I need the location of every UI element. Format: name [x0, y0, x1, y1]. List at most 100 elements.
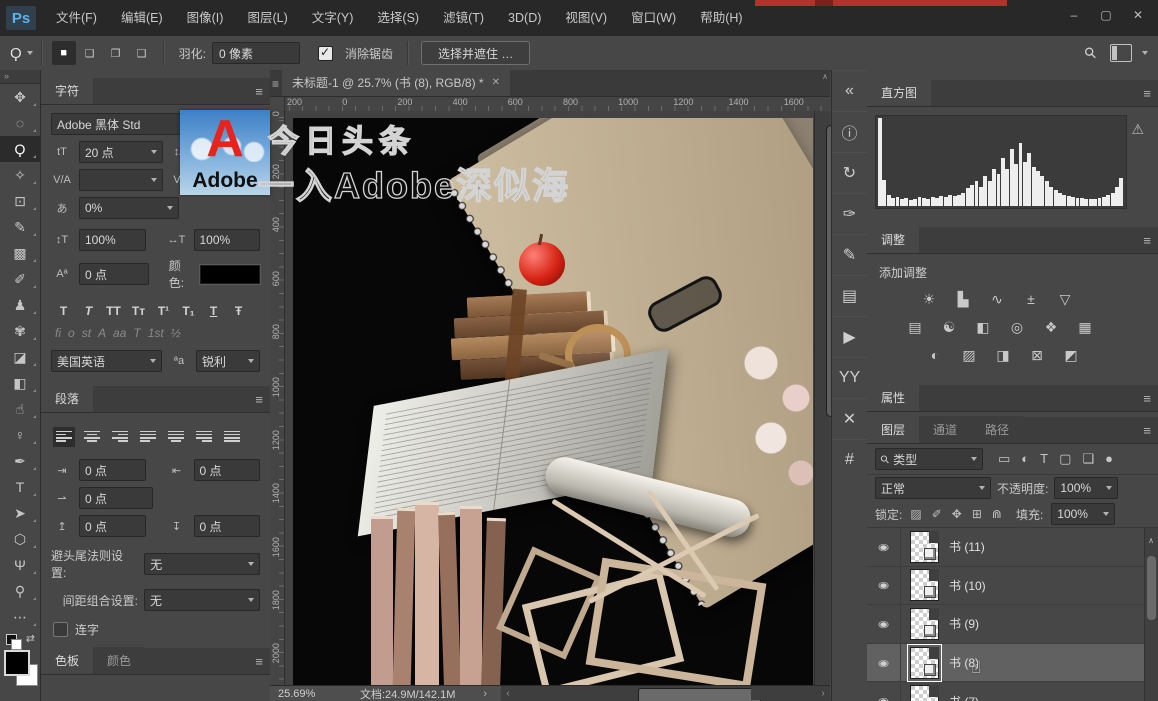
- kerning-select[interactable]: [79, 169, 163, 191]
- align-center-button[interactable]: [81, 427, 103, 447]
- layer-visibility-toggle[interactable]: ◉: [867, 605, 901, 643]
- black-white-icon[interactable]: ◧: [973, 319, 993, 335]
- layer-name[interactable]: 书 (11): [949, 538, 985, 555]
- lock-position-icon[interactable]: ✥: [952, 507, 962, 521]
- default-colors-icon[interactable]: [6, 634, 17, 645]
- blend-mode-select[interactable]: 正常: [875, 477, 991, 499]
- channel-mixer-icon[interactable]: ❖: [1041, 319, 1061, 335]
- curves-icon[interactable]: ∿: [987, 291, 1007, 307]
- pen-tool[interactable]: ✒: [0, 448, 40, 474]
- menu-item[interactable]: 文件(F): [44, 1, 109, 36]
- layer-thumbnail[interactable]: [910, 608, 939, 640]
- zoom-level[interactable]: 25.69%: [278, 688, 330, 700]
- align-right-button[interactable]: [109, 427, 131, 447]
- measurement-panel-icon[interactable]: ✕: [832, 398, 867, 439]
- space-after-input[interactable]: 0 点: [194, 515, 261, 537]
- brushes-panel-icon[interactable]: ✑: [832, 193, 867, 234]
- zoom-tool[interactable]: ⚲: [0, 578, 40, 604]
- font-size-select[interactable]: 20 点: [79, 141, 163, 163]
- layer-row[interactable]: ◉ 书 (10) ☝: [867, 567, 1158, 606]
- layers-scrollbar-thumb[interactable]: [1147, 556, 1156, 620]
- filter-pixel-layers-icon[interactable]: ▭: [998, 451, 1010, 467]
- shape-tool[interactable]: ⬡: [0, 526, 40, 552]
- close-button[interactable]: ✕: [1124, 4, 1152, 26]
- menu-item[interactable]: 编辑(E): [109, 1, 175, 36]
- layer-row[interactable]: ◉ 书 (9) ☝: [867, 605, 1158, 644]
- layer-visibility-toggle[interactable]: ◉: [867, 528, 901, 566]
- panel-menu-icon[interactable]: ≡: [255, 654, 262, 669]
- fractions-button[interactable]: ½: [171, 326, 181, 340]
- eyedropper-tool[interactable]: ✎: [0, 214, 40, 240]
- dock-menu-icon[interactable]: ≡: [272, 77, 278, 91]
- contextual-alternates-button[interactable]: o: [68, 326, 75, 340]
- lock-transparent-pixels-icon[interactable]: ▨: [910, 507, 921, 521]
- selective-color-icon[interactable]: ⊠: [1027, 347, 1047, 363]
- filter-shape-layers-icon[interactable]: ▢: [1059, 451, 1071, 467]
- color-lookup-icon[interactable]: ▦: [1075, 319, 1095, 335]
- text-color-swatch[interactable]: [200, 265, 260, 284]
- opacity-input[interactable]: 100%: [1054, 477, 1118, 499]
- layer-row[interactable]: ◉ 书 (7) ☝: [867, 682, 1158, 701]
- hue-saturation-icon[interactable]: ▤: [905, 319, 925, 335]
- indent-left-input[interactable]: 0 点: [79, 459, 146, 481]
- tab-layers[interactable]: 图层: [867, 416, 919, 443]
- invert-icon[interactable]: ◐: [925, 347, 945, 363]
- gradient-map-icon[interactable]: ◩: [1061, 347, 1081, 363]
- small-caps-button[interactable]: Tᴛ: [128, 301, 149, 320]
- edit-toolbar-button[interactable]: ⋯: [0, 604, 40, 630]
- panel-menu-icon[interactable]: ≡: [255, 392, 262, 407]
- new-selection-mode[interactable]: ■: [52, 41, 76, 65]
- current-tool-button[interactable]: Ϙ: [10, 45, 33, 62]
- language-select[interactable]: 美国英语: [51, 350, 162, 372]
- hand-tool[interactable]: Ψ: [0, 552, 40, 578]
- swash-button[interactable]: A: [98, 326, 106, 340]
- horizontal-scrollbar[interactable]: ‹ ›: [501, 686, 830, 701]
- vertical-scale-input[interactable]: 100%: [79, 229, 146, 251]
- menu-item[interactable]: 帮助(H): [688, 1, 754, 36]
- crop-tool[interactable]: ⊡: [0, 188, 40, 214]
- panel-menu-icon[interactable]: ≡: [1143, 391, 1150, 406]
- layer-visibility-toggle[interactable]: ◉: [867, 567, 901, 605]
- filter-smart-objects-icon[interactable]: ❏: [1082, 451, 1094, 467]
- swap-colors-icon[interactable]: ⇄: [26, 632, 35, 645]
- tab-channels[interactable]: 通道: [919, 416, 971, 443]
- scroll-up-icon[interactable]: ∧: [1146, 536, 1156, 545]
- document-tab[interactable]: 未标题-1 @ 25.7% (书 (8), RGB/8) * ✕: [282, 69, 510, 96]
- justify-last-right-button[interactable]: [193, 427, 215, 447]
- menu-item[interactable]: 图层(L): [235, 1, 299, 36]
- vertical-scrollbar[interactable]: [814, 111, 830, 686]
- scroll-left-icon[interactable]: ‹: [501, 688, 515, 699]
- all-caps-button[interactable]: TT: [103, 301, 124, 320]
- menu-item[interactable]: 选择(S): [365, 1, 431, 36]
- stylistic-alternates-button[interactable]: aa: [113, 326, 126, 340]
- layer-filter-type-select[interactable]: ⚲ 类型: [875, 448, 983, 470]
- quick-selection-tool[interactable]: ✧: [0, 162, 40, 188]
- panel-menu-icon[interactable]: ≡: [255, 84, 262, 99]
- notes-panel-icon[interactable]: ▤: [832, 275, 867, 316]
- intersect-selection-mode[interactable]: ❑: [130, 41, 154, 65]
- history-panel-icon[interactable]: ↻: [832, 152, 867, 193]
- panel-menu-icon[interactable]: ≡: [1143, 233, 1150, 248]
- ligatures-button[interactable]: fi: [55, 326, 61, 340]
- menu-item[interactable]: 3D(D): [496, 1, 553, 36]
- color-balance-icon[interactable]: ☯: [939, 319, 959, 335]
- eraser-tool[interactable]: ◪: [0, 344, 40, 370]
- collapse-panels-icon[interactable]: «: [832, 70, 867, 111]
- fill-input[interactable]: 100%: [1051, 503, 1115, 525]
- justify-last-center-button[interactable]: [165, 427, 187, 447]
- hyphenate-checkbox[interactable]: [53, 622, 68, 637]
- tab-swatches[interactable]: 色板: [41, 647, 93, 674]
- superscript-button[interactable]: T¹: [153, 301, 174, 320]
- filter-toggle-icon[interactable]: ●: [1105, 451, 1113, 467]
- dodge-tool[interactable]: ♀: [0, 422, 40, 448]
- type-tool[interactable]: T: [0, 474, 40, 500]
- filter-type-layers-icon[interactable]: T: [1040, 451, 1048, 467]
- marquee-tool[interactable]: ◌: [0, 110, 40, 136]
- menu-item[interactable]: 视图(V): [553, 1, 619, 36]
- tab-paths[interactable]: 路径: [971, 416, 1023, 443]
- menu-item[interactable]: 文字(Y): [300, 1, 366, 36]
- filter-adjustment-layers-icon[interactable]: ◐: [1021, 451, 1029, 467]
- brightness-contrast-icon[interactable]: ☀: [919, 291, 939, 307]
- antialias-checkbox[interactable]: [318, 46, 333, 61]
- layer-visibility-toggle[interactable]: ◉: [867, 682, 901, 701]
